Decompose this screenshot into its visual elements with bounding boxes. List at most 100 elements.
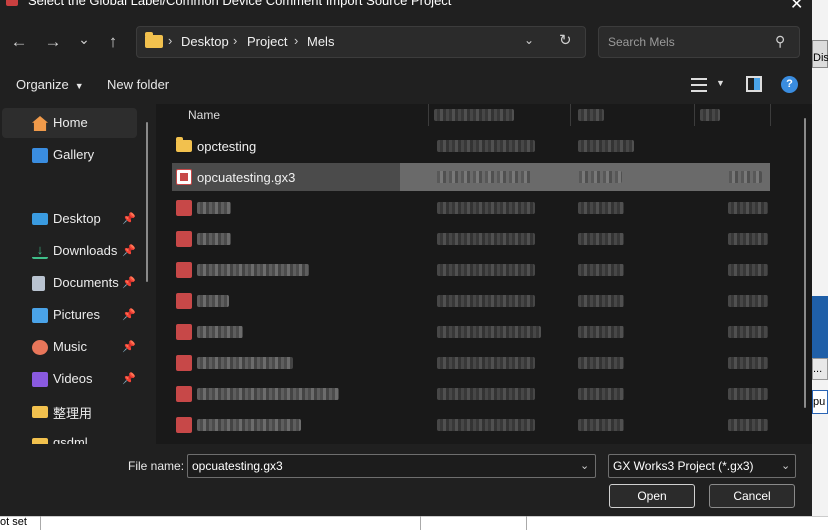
dialog-footer: File name: opcuatesting.gx3 ⌄ GX Works3 …: [0, 446, 812, 516]
gallery-icon: [32, 148, 48, 163]
pin-icon[interactable]: 📌: [122, 276, 136, 289]
cancel-button[interactable]: Cancel: [709, 484, 795, 508]
pin-icon[interactable]: 📌: [122, 244, 136, 257]
view-options-icon[interactable]: [691, 78, 707, 92]
dialog-title: Select the Global Label/Common Device Co…: [28, 0, 452, 8]
redacted-size: [728, 388, 768, 400]
chevron-down-icon[interactable]: ⌄: [781, 459, 790, 472]
column-header-name[interactable]: Name: [188, 108, 220, 134]
sidebar-item-label: Desktop: [53, 211, 101, 226]
recent-locations-icon[interactable]: ⌄: [72, 27, 96, 51]
chevron-right-icon: ›: [294, 33, 299, 48]
back-arrow-icon[interactable]: ←: [7, 30, 31, 54]
file-list-scrollbar[interactable]: [804, 118, 806, 408]
redacted-name: [197, 419, 301, 431]
sidebar-item-home[interactable]: Home: [2, 108, 137, 138]
column-header-size-redacted[interactable]: [700, 109, 720, 121]
sidebar-item-folder-gsdml[interactable]: gsdml: [2, 428, 137, 444]
redacted-type: [578, 202, 624, 214]
sidebar-item-label: 整理用: [53, 406, 93, 421]
background-text: Dis: [813, 52, 828, 64]
chevron-down-icon[interactable]: ⌄: [580, 459, 589, 472]
download-icon: ↓: [32, 243, 48, 259]
sidebar-scrollbar[interactable]: [146, 122, 148, 282]
breadcrumb-project[interactable]: Project: [247, 34, 287, 49]
folder-icon: [32, 406, 48, 418]
desktop-icon: [32, 213, 48, 225]
refresh-icon[interactable]: ↻: [559, 31, 572, 49]
caret-down-icon[interactable]: ▼: [716, 78, 725, 88]
column-divider[interactable]: [770, 104, 771, 126]
file-name: opctesting: [197, 139, 257, 154]
sidebar-item-pictures[interactable]: Pictures 📌: [2, 300, 137, 330]
background-status-bar: [0, 516, 828, 530]
help-icon[interactable]: ?: [781, 76, 798, 93]
sidebar-item-folder-seiriyou[interactable]: 整理用: [2, 396, 137, 426]
list-item-redacted[interactable]: [172, 256, 770, 284]
list-item-redacted[interactable]: [172, 380, 770, 408]
search-icon[interactable]: ⚲: [775, 33, 785, 50]
sidebar-item-music[interactable]: Music 📌: [2, 332, 137, 362]
redacted-size: [728, 264, 768, 276]
organize-label: Organize: [16, 77, 69, 92]
sidebar-item-gallery[interactable]: Gallery: [2, 140, 137, 170]
chevron-right-icon: ›: [233, 33, 238, 48]
column-divider[interactable]: [694, 104, 695, 126]
address-bar[interactable]: › Desktop › Project › Mels ⌄ ↻: [136, 26, 586, 58]
breadcrumb-mels[interactable]: Mels: [307, 34, 334, 49]
redacted-date: [434, 171, 532, 183]
redacted-date: [437, 419, 535, 431]
file-name-label: File name:: [128, 459, 185, 473]
close-icon[interactable]: ✕: [790, 0, 803, 14]
pin-icon[interactable]: 📌: [122, 308, 136, 321]
redacted-size: [728, 419, 768, 431]
pin-icon[interactable]: 📌: [122, 340, 136, 353]
redacted-size: [726, 171, 762, 183]
list-item-redacted[interactable]: [172, 411, 770, 439]
background-app: [812, 0, 828, 530]
search-box[interactable]: Search Mels ⚲: [598, 26, 800, 58]
sidebar-item-label: Documents: [53, 275, 119, 290]
app-icon: [6, 0, 18, 6]
list-item-redacted[interactable]: [172, 349, 770, 377]
redacted-name: [197, 357, 293, 369]
list-item-redacted[interactable]: [172, 225, 770, 253]
column-divider[interactable]: [570, 104, 571, 126]
preview-pane-icon[interactable]: [746, 76, 762, 92]
sidebar-item-label: Music: [53, 339, 87, 354]
column-divider[interactable]: [428, 104, 429, 126]
list-item-redacted[interactable]: [172, 318, 770, 346]
chevron-down-icon[interactable]: ⌄: [524, 33, 534, 47]
file-name-combobox[interactable]: opcuatesting.gx3 ⌄: [187, 454, 596, 478]
organize-button[interactable]: Organize ▼: [16, 77, 84, 92]
breadcrumb-desktop[interactable]: Desktop: [181, 34, 229, 49]
redacted-date: [437, 388, 535, 400]
selection-highlight: [400, 163, 770, 191]
redacted-name: [197, 295, 229, 307]
sidebar-item-downloads[interactable]: ↓ Downloads 📌: [2, 236, 137, 266]
file-type-select[interactable]: GX Works3 Project (*.gx3) ⌄: [608, 454, 796, 478]
forward-arrow-icon[interactable]: →: [41, 30, 65, 54]
sidebar-item-desktop[interactable]: Desktop 📌: [2, 204, 137, 234]
caret-down-icon: ▼: [74, 81, 84, 91]
gx3-file-icon: [176, 324, 192, 340]
column-header-type-redacted[interactable]: [578, 109, 604, 121]
list-item-redacted[interactable]: [172, 194, 770, 222]
list-item-redacted[interactable]: [172, 287, 770, 315]
title-bar: Select the Global Label/Common Device Co…: [0, 0, 812, 13]
up-arrow-icon[interactable]: ↑: [101, 30, 125, 54]
list-item-folder[interactable]: opctesting: [172, 132, 770, 160]
redacted-type: [578, 419, 624, 431]
redacted-date: [437, 264, 535, 276]
videos-icon: [32, 372, 48, 387]
column-header-date-modified-redacted[interactable]: [434, 109, 514, 121]
open-button[interactable]: Open: [609, 484, 695, 508]
file-name-input[interactable]: opcuatesting.gx3: [192, 459, 283, 473]
pin-icon[interactable]: 📌: [122, 372, 136, 385]
sidebar-item-videos[interactable]: Videos 📌: [2, 364, 137, 394]
sidebar-item-documents[interactable]: Documents 📌: [2, 268, 137, 298]
new-folder-button[interactable]: New folder: [107, 77, 169, 92]
search-input[interactable]: Search Mels: [608, 35, 675, 49]
background-button: ...: [812, 358, 828, 380]
pin-icon[interactable]: 📌: [122, 212, 136, 225]
